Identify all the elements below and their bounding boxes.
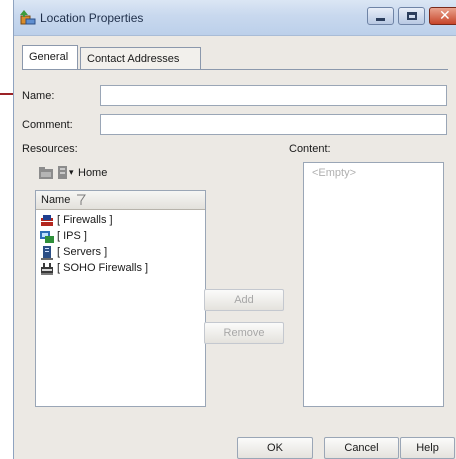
ips-icon [40, 231, 54, 243]
ok-button[interactable]: OK [237, 437, 313, 459]
tab-general[interactable]: General [22, 45, 78, 69]
list-item-label: [ Servers ] [57, 246, 108, 258]
name-column-header[interactable]: Name [36, 191, 205, 210]
folder-icon[interactable] [39, 167, 53, 179]
add-button[interactable]: Add [204, 289, 284, 311]
cancel-button[interactable]: Cancel [324, 437, 399, 459]
list-item-label: [ Firewalls ] [57, 214, 113, 226]
remove-button[interactable]: Remove [204, 322, 284, 344]
maximize-button[interactable] [398, 7, 425, 25]
up-level-icon[interactable] [58, 166, 68, 179]
soho-firewall-icon [41, 263, 53, 275]
resources-label: Resources: [22, 143, 78, 155]
help-button[interactable]: Help [400, 437, 455, 459]
list-item-label: [ IPS ] [57, 230, 87, 242]
resources-list[interactable]: Name [ Firewalls ] [ IPS ] [Servers] [… [35, 190, 206, 407]
title-bar[interactable]: Location Properties ✕ [14, 0, 456, 36]
minimize-icon [376, 18, 385, 21]
minimize-button[interactable] [367, 7, 394, 25]
callout-pointer-line [0, 93, 13, 95]
chevron-down-icon[interactable]: ▾ [69, 167, 74, 178]
name-column-label: Name [41, 194, 71, 206]
close-button[interactable]: ✕ [429, 7, 456, 25]
name-field[interactable] [100, 85, 447, 106]
tab-contact-addresses[interactable]: Contact Addresses [80, 47, 201, 69]
firewall-icon [41, 215, 53, 226]
window-title: Location Properties [40, 11, 144, 25]
empty-placeholder: <Empty> [312, 167, 357, 179]
location-icon [20, 10, 36, 25]
tab-divider [22, 69, 448, 70]
breadcrumb-home[interactable]: Home [78, 167, 107, 179]
location-properties-window: Location Properties ✕ General Contact Ad… [13, 0, 456, 459]
comment-label: Comment: [22, 119, 73, 131]
list-item-label: [ SOHO Firewalls ] [57, 262, 149, 274]
close-icon: ✕ [439, 8, 451, 24]
filter-icon [77, 194, 86, 205]
maximize-icon [407, 12, 417, 20]
content-list[interactable]: <Empty> [303, 162, 444, 407]
name-label: Name: [22, 90, 55, 102]
server-icon [41, 246, 53, 260]
content-label: Content: [289, 143, 331, 155]
comment-field[interactable] [100, 114, 447, 135]
